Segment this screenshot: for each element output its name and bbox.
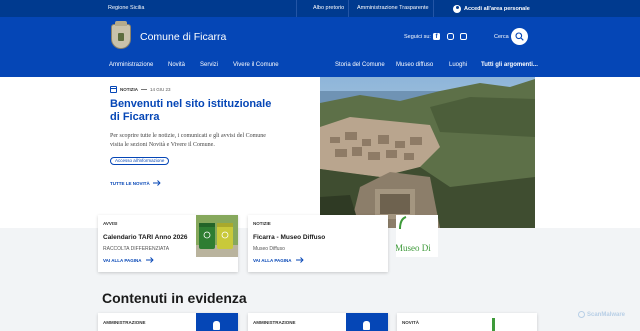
divider [433,0,434,17]
recycling-bins-image [196,215,238,257]
card-title[interactable]: Ficarra - Museo Diffuso [253,234,325,241]
user-icon [453,4,461,13]
nav-vivere-il-comune[interactable]: Vivere il Comune [233,62,279,68]
card-subtitle: RACCOLTA DIFFERENZIATA [103,246,170,252]
nav-storia-del-comune[interactable]: Storia del Comune [335,62,385,68]
museo-diffuso-logo: Museo Di [396,215,438,257]
facebook-icon[interactable]: f [433,33,440,40]
featured-card[interactable]: NOVITÀ [397,313,537,331]
watermark: ScanMalware [578,311,625,318]
nav-museo-diffuso[interactable]: Museo diffuso [396,62,433,68]
social-label: Seguici su: [404,34,431,40]
card-thumbnail [346,313,388,331]
card-category: NOVITÀ [402,320,420,325]
search-label: Cerca [494,34,509,40]
all-news-link[interactable]: TUTTE LE NOVITÀ [110,180,161,186]
divider [141,89,147,90]
nav-amministrazione[interactable]: Amministrazione [109,62,153,68]
topic-chip[interactable]: Accesso all'informazione [110,157,170,165]
albo-pretorio-link[interactable]: Albo pretorio [313,5,344,11]
login-button[interactable]: Accedi all'area personale [453,3,530,14]
card-link-label: VAI ALLA PAGINA [253,257,292,263]
news-date: 14 GIU 23 [150,87,171,92]
card-link[interactable]: VAI ALLA PAGINA [253,257,304,263]
nav-tutti-gli-argomenti[interactable]: Tutti gli argomenti... [481,62,538,68]
card-link[interactable]: VAI ALLA PAGINA [103,257,154,263]
calendar-icon [110,86,117,93]
divider [348,0,349,17]
nav-luoghi[interactable]: Luoghi [449,62,467,68]
divider [296,0,297,17]
site-title[interactable]: Comune di Ficarra [140,31,226,43]
card-link-label: VAI ALLA PAGINA [103,257,142,263]
search-button[interactable] [511,28,528,45]
nav-servizi[interactable]: Servizi [200,62,218,68]
section-title: Contenuti in evidenza [102,290,247,306]
scanmalware-icon [578,311,585,318]
microphone-icon [213,321,220,330]
card-category: AMMINISTRAZIONE [103,320,146,325]
telegram-icon[interactable] [460,33,467,40]
museo-logo-mark [492,318,495,331]
arrow-right-icon [295,257,304,263]
all-news-label: TUTTE LE NOVITÀ [110,180,150,186]
arrow-right-icon [145,257,154,263]
instagram-icon[interactable] [447,33,454,40]
card-thumbnail [196,313,238,331]
card-category: AMMINISTRAZIONE [253,320,296,325]
museo-logo-text: Museo Di [396,243,431,253]
news-meta: NOTIZIA 14 GIU 23 [110,86,171,93]
municipality-crest-logo[interactable] [111,21,131,49]
card-category: NOTIZIE [253,221,271,226]
region-link[interactable]: Regione Sicilia [108,5,144,11]
site-header: Comune di Ficarra Seguici su: f Cerca Am… [0,17,640,77]
hero-photo [320,77,535,228]
nav-novita[interactable]: Novità [168,62,185,68]
card-title[interactable]: Calendario TARI Anno 2026 [103,234,188,241]
card-subtitle: Museo Diffuso [253,246,285,252]
featured-card[interactable]: AMMINISTRAZIONE [98,313,238,331]
hero-title[interactable]: Benvenuti nel sito istituzionale di Fica… [110,98,280,124]
news-card[interactable]: AVVISI Calendario TARI Anno 2026 RACCOLT… [98,215,238,272]
top-slimbar: Regione Sicilia Albo pretorio Amministra… [0,0,640,17]
news-card[interactable]: NOTIZIE Ficarra - Museo Diffuso Museo Di… [248,215,438,272]
arrow-right-icon [152,180,161,186]
card-category: AVVISI [103,221,118,226]
featured-card[interactable]: AMMINISTRAZIONE [248,313,388,331]
watermark-text: ScanMalware [587,311,626,318]
search-icon [515,32,524,41]
hero-description: Per scoprire tutte le notizie, i comunic… [110,133,266,148]
microphone-icon [363,321,370,330]
amministrazione-trasparente-link[interactable]: Amministrazione Trasparente [357,5,429,11]
login-label: Accedi all'area personale [464,5,530,12]
news-category: NOTIZIA [120,87,138,92]
hero-filler [535,77,640,228]
